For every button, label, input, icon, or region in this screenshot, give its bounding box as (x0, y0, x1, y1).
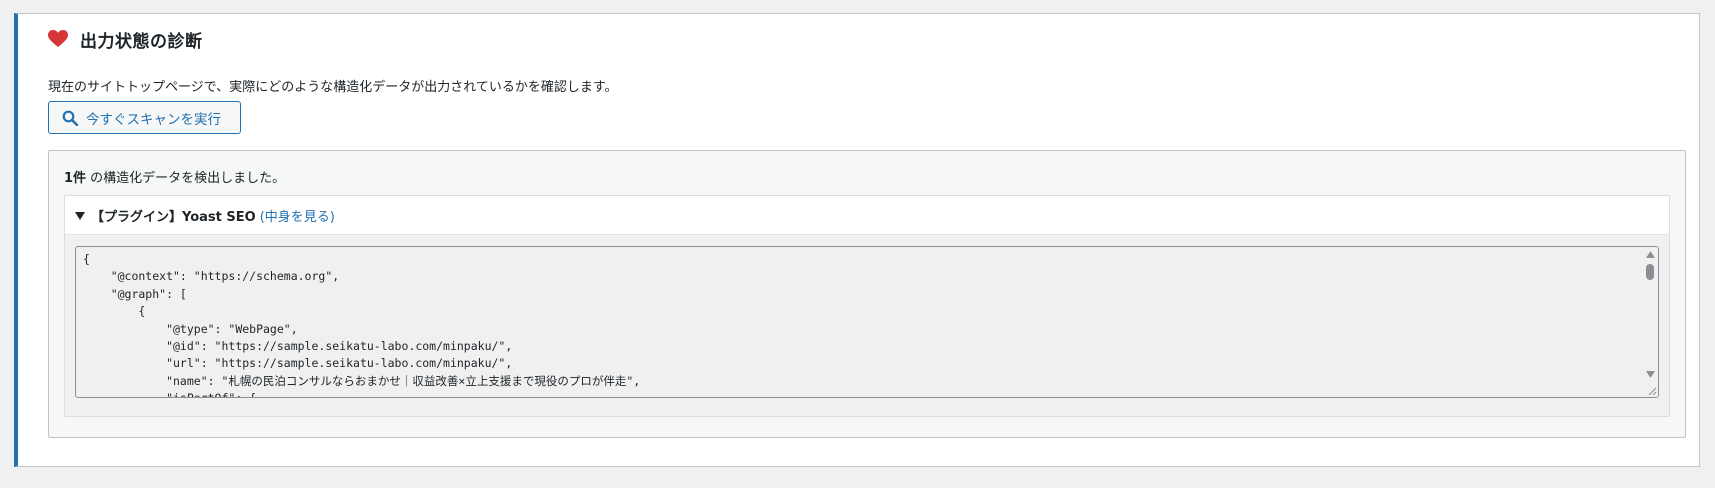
result-item: 【プラグイン】Yoast SEO (中身を見る) { "@context": "… (64, 195, 1670, 417)
diagnosis-panel: 出力状態の診断 現在のサイトトップページで、実際にどのような構造化データが出力さ… (14, 13, 1700, 467)
triangle-down-icon (75, 210, 85, 220)
scroll-thumb[interactable] (1646, 264, 1654, 280)
panel-title: 出力状態の診断 (80, 31, 203, 52)
code-scrollbar[interactable] (1643, 247, 1658, 397)
scan-button-label: 今すぐスキャンを実行 (86, 111, 221, 128)
json-code: { "@context": "https://schema.org", "@gr… (83, 252, 641, 397)
view-contents-link[interactable]: (中身を見る) (260, 206, 335, 225)
panel-header: 出力状態の診断 (48, 24, 203, 54)
search-icon (62, 110, 79, 126)
scroll-up-icon[interactable] (1646, 251, 1655, 258)
panel-description: 現在のサイトトップページで、実際にどのような構造化データが出力されているかを確認… (48, 80, 618, 95)
results-box: 1件 の構造化データを検出しました。 【プラグイン】Yoast SEO (中身を… (48, 150, 1686, 438)
heart-icon (48, 30, 68, 48)
json-code-textarea[interactable]: { "@context": "https://schema.org", "@gr… (75, 246, 1659, 398)
found-summary: 1件 の構造化データを検出しました。 (64, 167, 285, 186)
found-suffix: の構造化データを検出しました。 (86, 171, 286, 186)
scroll-down-icon[interactable] (1646, 371, 1655, 378)
found-count: 1件 (64, 171, 87, 186)
result-item-toggle[interactable]: 【プラグイン】Yoast SEO (中身を見る) (65, 196, 1669, 235)
result-item-label: 【プラグイン】Yoast SEO (91, 209, 256, 225)
scan-now-button[interactable]: 今すぐスキャンを実行 (48, 101, 241, 134)
resize-grip-icon[interactable] (1647, 386, 1657, 396)
